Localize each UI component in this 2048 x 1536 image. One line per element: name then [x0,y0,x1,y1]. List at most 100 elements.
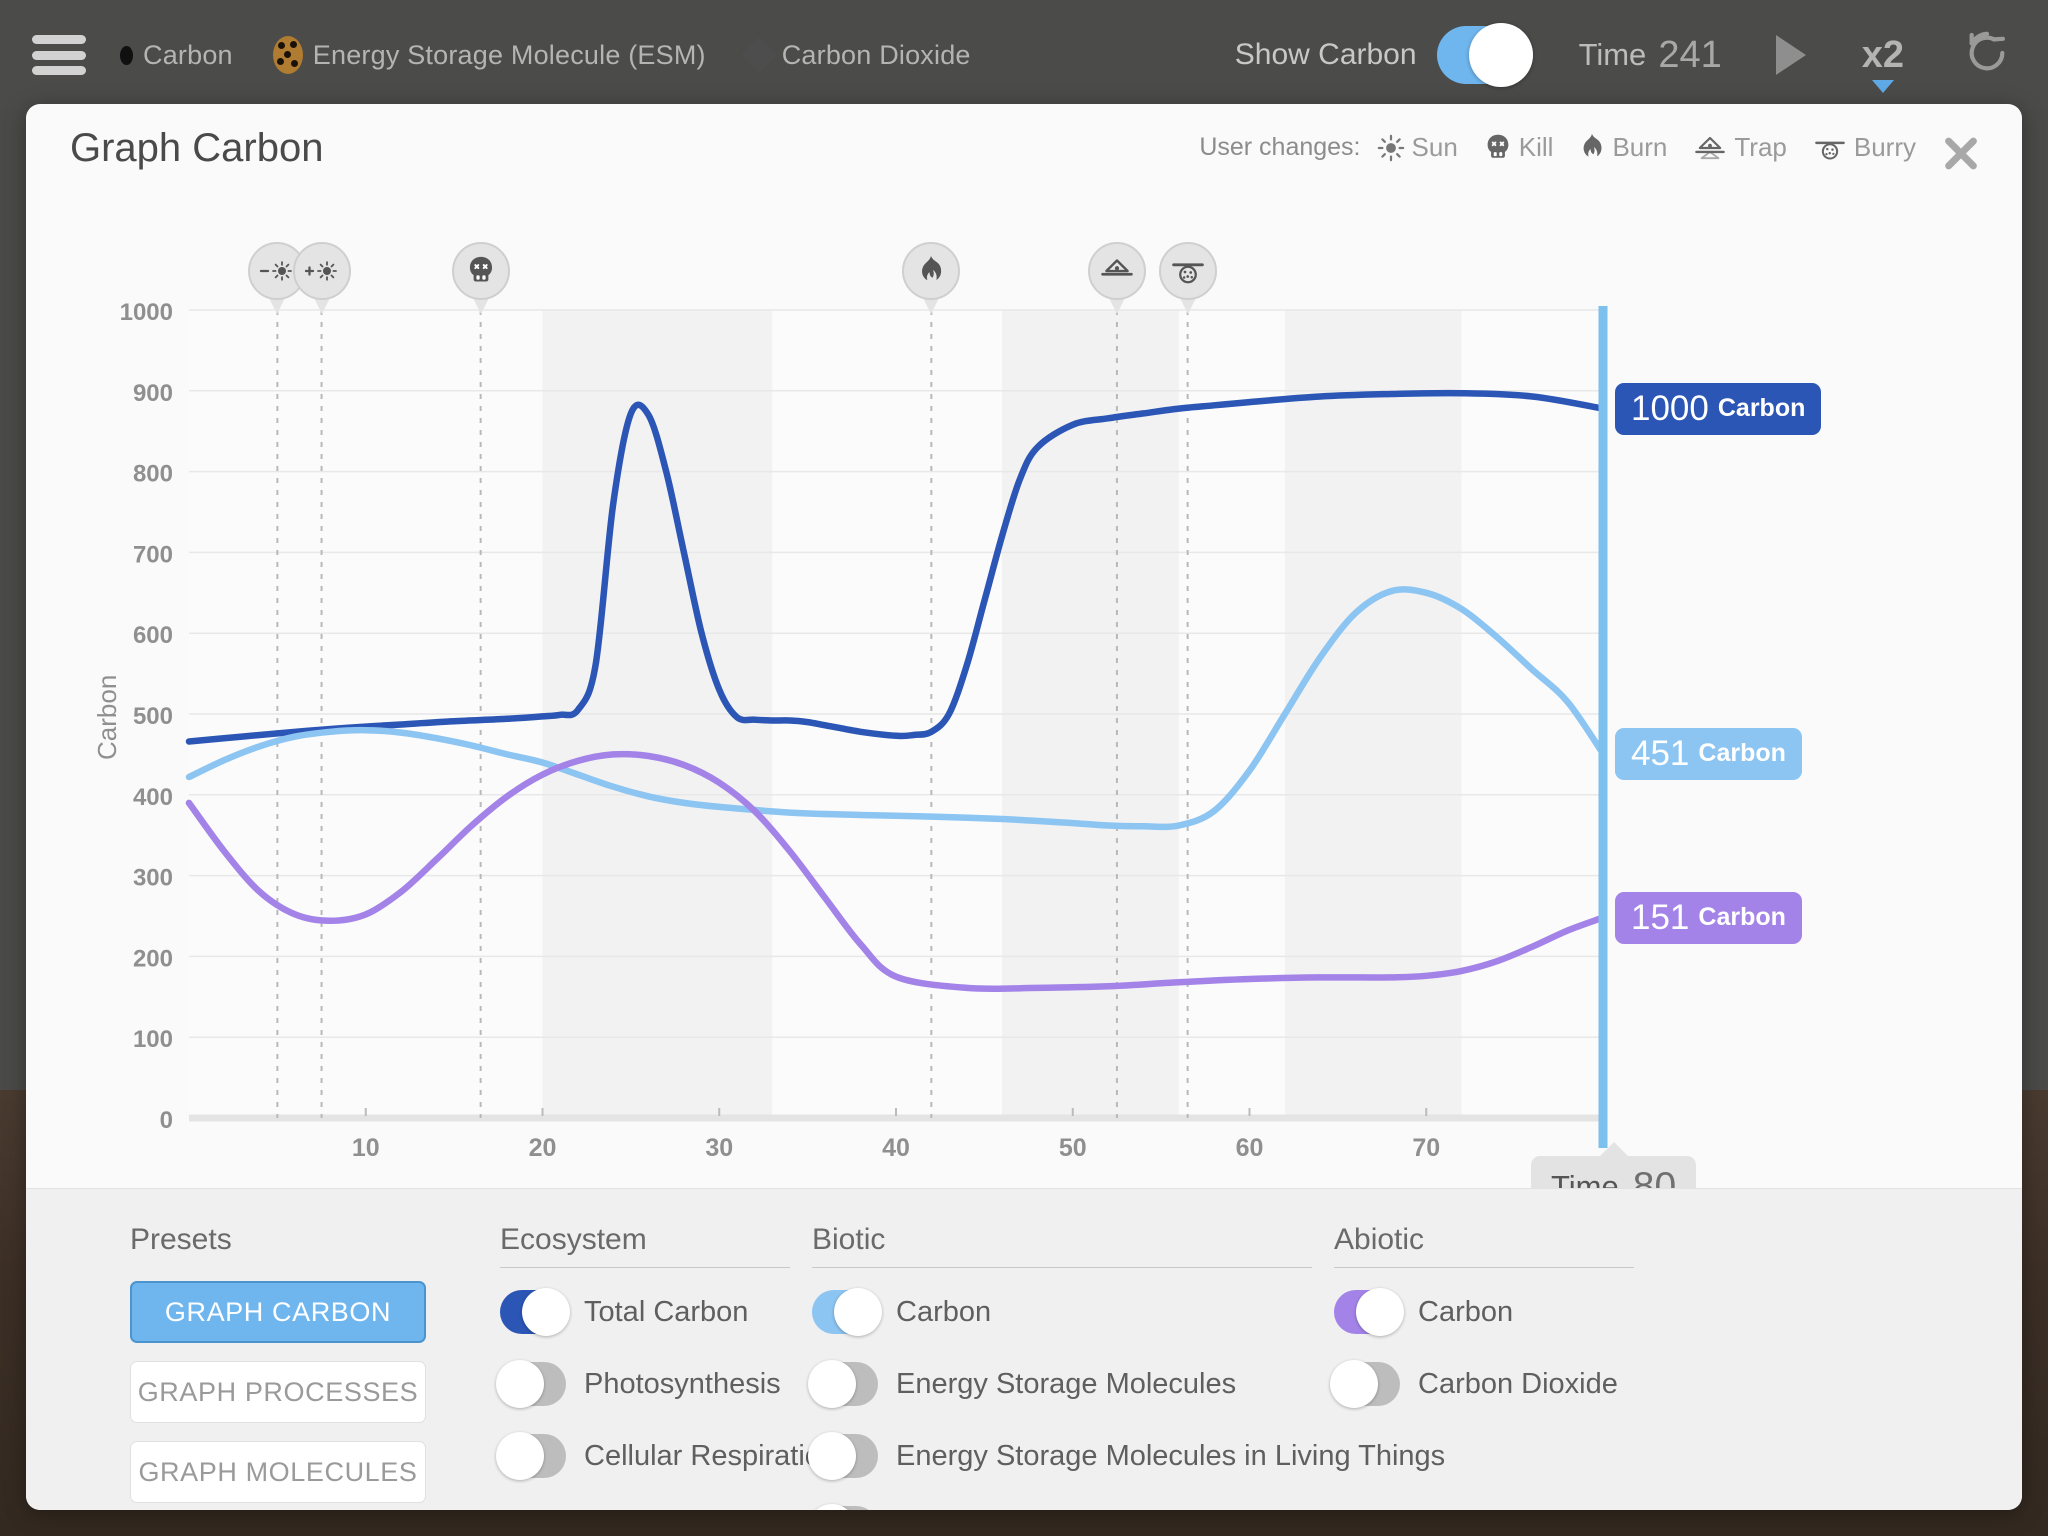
hamburger-icon[interactable] [32,35,86,75]
flame-icon [1584,133,1602,157]
toggle-photosynthesis[interactable] [496,1360,566,1408]
biotic-title: Biotic [812,1223,886,1256]
toggle-label-biotic-esm: Energy Storage Molecules [896,1367,1237,1400]
page-title: Graph Carbon [70,126,324,170]
event-marker-bury[interactable] [1158,242,1217,314]
user-change-label-burn: Burn [1612,132,1668,162]
preset-graph-processes-button[interactable]: GRAPH PROCESSES [130,1361,426,1423]
modal-header: Graph Carbon User changes: Sun Kill Burn… [26,104,2022,200]
user-change-label-sun: Sun [1411,132,1458,162]
toolbar-right-group: Show Carbon Time 241 x2 [1235,23,2048,93]
legend-item-carbon: Carbon [120,40,233,71]
svg-text:0: 0 [160,1107,173,1134]
legend-label-carbon-dioxide: Carbon Dioxide [781,39,971,70]
event-marker-trap[interactable] [1087,242,1146,314]
svg-text:500: 500 [133,703,173,730]
user-changes-label: User changes: [1199,133,1361,161]
user-change-sun: Sun [1377,132,1458,163]
svg-text:20: 20 [529,1134,557,1162]
value-badge-number: 151 [1631,897,1690,937]
toggle-label-biotic-carbon: Carbon [896,1295,992,1328]
toggle-label-abiotic-carbon: Carbon [1418,1295,1514,1328]
svg-text:700: 700 [133,541,173,568]
value-badge-biotic-carbon: 451 Carbon [1615,727,1802,780]
svg-text:100: 100 [133,1026,173,1053]
toggle-row-abiotic-carbon-dioxide: Carbon Dioxide [1330,1360,1634,1408]
chart-plot: 0 100 200 300 400 500 600 700 800 900 1000 10 20 30 40… [120,299,1608,1162]
svg-text:300: 300 [133,865,173,892]
skull-icon [1487,134,1509,158]
svg-text:40: 40 [882,1134,910,1162]
toggle-row-total-carbon: Total Carbon [500,1288,790,1336]
show-carbon-toggle[interactable] [1436,23,1533,87]
legend-label-carbon: Carbon [143,39,233,70]
toggle-abiotic-carbon[interactable] [1334,1288,1404,1336]
toggle-biotic-esm-dead[interactable] [808,1504,878,1510]
preset-graph-carbon-button[interactable]: GRAPH CARBON [130,1281,426,1343]
toggle-abiotic-carbon-dioxide[interactable] [1330,1360,1400,1408]
ecosystem-column: Ecosystem Total Carbon Photosynthesis Ce… [496,1223,837,1510]
toggle-row-photosynthesis: Photosynthesis [496,1360,790,1408]
abiotic-title: Abiotic [1334,1223,1425,1256]
preset-graph-molecules-button[interactable]: GRAPH MOLECULES [130,1441,426,1503]
carbon-dot-icon [120,45,133,65]
toggle-cellular-respiration[interactable] [496,1432,566,1480]
ecosystem-title: Ecosystem [500,1223,647,1256]
graph-controls-panel: Presets GRAPH CARBON GRAPH PROCESSES GRA… [26,1188,2022,1510]
toggle-row-biotic-esm-dead: Energy Storage Molecules in Dead Matter [808,1504,1312,1510]
value-badge-number: 451 [1631,733,1690,773]
value-badge-total-carbon: 1000 Carbon [1615,382,1822,435]
user-change-burry: Burry [1813,132,1916,163]
svg-text:60: 60 [1236,1134,1264,1162]
svg-text:400: 400 [133,784,173,811]
user-change-trap: Trap [1693,132,1787,163]
close-icon[interactable] [1938,130,1984,176]
toggle-total-carbon[interactable] [500,1288,570,1336]
svg-text:10: 10 [352,1134,380,1162]
chevron-down-icon [1871,79,1894,93]
event-marker-skull[interactable] [451,242,510,314]
user-change-kill: Kill [1484,132,1553,163]
abiotic-column: Abiotic Carbon Carbon Dioxide [1330,1223,1634,1510]
ecosystem-divider [500,1267,790,1268]
toggle-label-abiotic-carbon-dioxide: Carbon Dioxide [1418,1367,1618,1400]
value-badge-unit: Carbon [1717,394,1806,423]
bury-icon [1815,141,1845,160]
event-marker-flame[interactable] [902,242,961,314]
play-icon[interactable] [1775,35,1806,75]
event-marker-sun-plus[interactable] [292,242,351,314]
svg-text:50: 50 [1059,1134,1087,1162]
reset-icon[interactable] [1964,30,2010,81]
svg-text:70: 70 [1412,1134,1440,1162]
speed-label: x2 [1861,33,1904,76]
speed-selector[interactable]: x2 [1861,33,1904,93]
toggle-row-biotic-esm: Energy Storage Molecules [808,1360,1312,1408]
presets-column: Presets GRAPH CARBON GRAPH PROCESSES GRA… [130,1223,460,1510]
toggle-biotic-esm-living[interactable] [808,1432,878,1480]
biotic-column: Biotic Carbon Energy Storage Molecules E… [808,1223,1445,1510]
toggle-row-biotic-carbon: Carbon [812,1288,1312,1336]
svg-text:800: 800 [133,461,173,488]
legend-item-esm: Energy Storage Molecule (ESM) [272,36,706,74]
top-toolbar: Carbon Energy Storage Molecule (ESM) Car… [0,0,2048,110]
toggle-row-cellular-respiration: Cellular Respiration [496,1432,837,1480]
svg-text:600: 600 [133,622,173,649]
toggle-biotic-carbon[interactable] [812,1288,882,1336]
carbon-graph: Carbon 0 100 200 300 400 500 600 700 800 900 1000 1… [26,200,2022,1218]
toggle-biotic-esm[interactable] [808,1360,878,1408]
toggle-row-abiotic-carbon: Carbon [1334,1288,1634,1336]
toggle-label-total-carbon: Total Carbon [584,1295,749,1328]
svg-text:200: 200 [133,945,173,972]
presets-title: Presets [130,1223,232,1256]
svg-text:30: 30 [705,1134,733,1162]
trap-icon [1695,136,1726,159]
graph-carbon-modal: Graph Carbon User changes: Sun Kill Burn… [26,104,2022,1510]
sun-icon [1377,134,1404,161]
user-change-label-trap: Trap [1734,132,1787,162]
value-badge-unit: Carbon [1698,739,1786,768]
toggle-label-cellular-respiration: Cellular Respiration [584,1439,838,1472]
svg-text:900: 900 [133,380,173,407]
toggle-label-photosynthesis: Photosynthesis [584,1367,781,1400]
legend-label-esm: Energy Storage Molecule (ESM) [312,39,706,70]
svg-text:1000: 1000 [120,299,173,326]
